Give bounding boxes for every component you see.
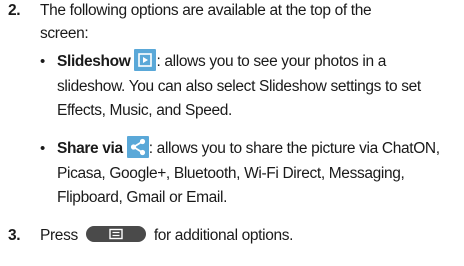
bullet-slideshow: • Slideshow : allows you to see your pho… [40, 48, 462, 124]
bullet-line: Share via : allows you to share the pict… [57, 135, 462, 162]
menu-key-icon [85, 225, 146, 242]
step-3-text: Press for additional options. [40, 225, 460, 248]
term-share-via: Share via [57, 140, 123, 157]
step-intro: The following options are available at t… [40, 0, 460, 45]
step-intro-line: screen: [40, 24, 89, 42]
step-intro-line: The following options are available at t… [40, 2, 372, 19]
bullet-text: Share via : allows you to share the pict… [57, 135, 462, 211]
bullet-dot: • [40, 140, 45, 157]
bullet-dot: • [40, 53, 45, 70]
bullet-share-via: • Share via : allows you to share the pi… [40, 135, 462, 211]
bullet-line: Effects, Music, and Speed. [57, 102, 232, 119]
bullet-line: Picasa, Google+, Bluetooth, Wi-Fi Direct… [57, 164, 405, 182]
bullet-line: Slideshow : allows you to see your photo… [57, 48, 462, 75]
step-number: 2. [8, 2, 21, 19]
share-desc-a: : allows you to share the picture via Ch… [148, 140, 440, 157]
step-3: 3. Press for additional options. [0, 221, 464, 251]
term-slideshow: Slideshow [57, 53, 131, 70]
additional-options-text: for additional options. [153, 227, 294, 244]
slideshow-icon [134, 48, 157, 71]
press-text: Press [40, 227, 78, 244]
bullet-line: slideshow. You can also select Slideshow… [57, 77, 421, 95]
bullet-line: Flipboard, Gmail or Email. [57, 189, 228, 206]
step-number: 3. [8, 227, 21, 244]
slideshow-desc-a: : allows you to see your photos in a [156, 53, 386, 70]
share-icon [126, 135, 149, 158]
bullet-text: Slideshow : allows you to see your photo… [57, 48, 462, 124]
